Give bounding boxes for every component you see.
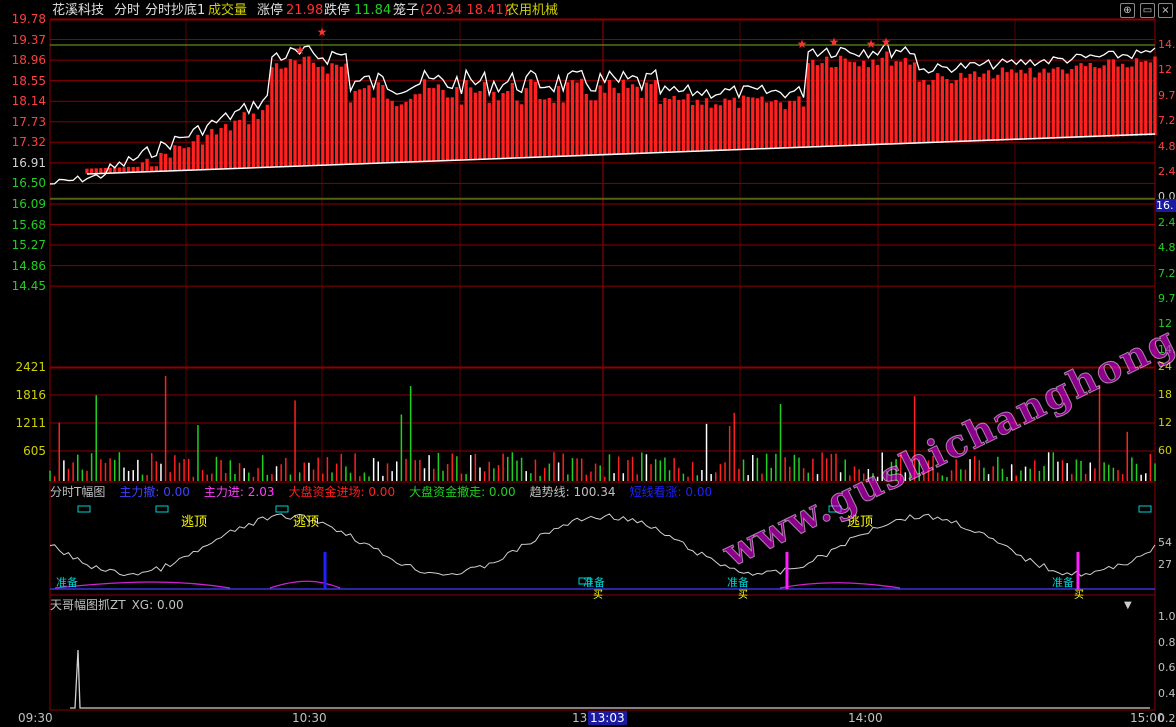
volume-label: 成交量 bbox=[208, 3, 248, 18]
price-tick-label: 18.14 bbox=[11, 94, 46, 109]
cyan-marker bbox=[77, 505, 91, 513]
pct-tick-label: 14. bbox=[1158, 38, 1176, 51]
chevron-down-icon[interactable]: ▼ bbox=[1124, 600, 1132, 611]
pct-tick-label: 4.8 bbox=[1158, 139, 1176, 153]
time-cursor-label: 13:03 bbox=[588, 711, 627, 725]
price-tick-label: 15.27 bbox=[11, 238, 46, 253]
indicator1-header: 分时T幅图 主力撤: 0.00 主力进: 2.03 大盘资金进场: 0.00 大盘资金撤… bbox=[50, 485, 724, 499]
buy-signal-label: 买 bbox=[593, 590, 603, 601]
indicator2-tick-label: 0.8 bbox=[1158, 635, 1176, 649]
volume-tick-label: 605 bbox=[23, 444, 46, 458]
volume-tick-label: 1211 bbox=[15, 416, 46, 430]
escape-top-label: 逃顶 bbox=[181, 515, 208, 530]
price-tick-label: 17.73 bbox=[11, 114, 46, 129]
price-tick-label: 19.78 bbox=[11, 12, 46, 26]
buy-signal-label: 买 bbox=[1074, 590, 1084, 601]
chart-canvas: ★ ★ ★ ★ ★ ★ bbox=[49, 18, 1157, 711]
price-tick-label: 17.32 bbox=[11, 135, 46, 150]
indicator1-item: 短线看涨: 0.00 bbox=[629, 485, 713, 499]
limit-up-label: 涨停 bbox=[257, 3, 284, 18]
restore-icon[interactable]: ⊕ bbox=[1120, 3, 1135, 18]
main-force-entry-line bbox=[54, 580, 901, 589]
indicator1-item: 趋势线: 100.34 bbox=[529, 485, 616, 499]
price-tick-label: 16.91 bbox=[11, 155, 46, 170]
volume-tick-label: 60 bbox=[1158, 444, 1172, 457]
pct-tick-label: 2.4 bbox=[1158, 215, 1176, 229]
time-tick-label: 15:00 bbox=[1130, 711, 1165, 725]
prepare-label: 准备 bbox=[56, 576, 78, 589]
cyan-marker bbox=[155, 505, 169, 513]
sector-label[interactable]: 农用机械 bbox=[506, 4, 558, 18]
pct-tick-label: 12 bbox=[1158, 63, 1172, 77]
limit-down-value: 11.84 bbox=[354, 3, 392, 18]
indicator2-tick-label: 0.6 bbox=[1158, 661, 1176, 674]
indicator2-header: 天哥幅图抓ZT XG: 0.00 bbox=[50, 598, 190, 612]
pct-tick-label: 7.2 bbox=[1158, 266, 1176, 280]
time-tick-label: 14:00 bbox=[848, 711, 883, 725]
star-icon: ★ bbox=[881, 35, 892, 49]
indicator2-tick-label: 1.0 bbox=[1158, 610, 1176, 623]
panel-frame bbox=[49, 594, 1156, 711]
xg-line bbox=[70, 649, 1150, 709]
price-tick-label: 18.96 bbox=[11, 53, 46, 68]
price-tick-label: 19.37 bbox=[11, 32, 46, 47]
limit-up-value: 21.98 bbox=[286, 3, 324, 18]
cyan-marker bbox=[275, 505, 289, 513]
price-tick-label: 16.50 bbox=[11, 176, 46, 191]
time-tick-label: 13 bbox=[572, 711, 588, 725]
star-icon: ★ bbox=[797, 37, 808, 51]
view-label[interactable]: 分时 bbox=[114, 4, 140, 18]
volume-tick-label: 18 bbox=[1158, 388, 1172, 401]
indicator-name[interactable]: 分时抄底1 bbox=[145, 4, 205, 18]
indicator1-title[interactable]: 分时T幅图 bbox=[50, 485, 105, 499]
pct-tick-label: 7.2 bbox=[1158, 114, 1176, 128]
price-tick-label: 16.09 bbox=[11, 196, 46, 211]
stock-name[interactable]: 花溪科技 bbox=[52, 4, 104, 18]
cyan-marker bbox=[1138, 505, 1152, 513]
indicator1-item: 大盘资金进场: 0.00 bbox=[288, 485, 396, 499]
trend-line bbox=[49, 513, 1156, 577]
price-tick-label: 18.55 bbox=[11, 73, 46, 88]
price-tick-label: 15.68 bbox=[11, 217, 46, 232]
star-icon: ★ bbox=[866, 37, 877, 51]
buy-signal-label: 买 bbox=[738, 590, 748, 601]
indicator1-tick-label: 27 bbox=[1158, 558, 1172, 571]
box-value: (20.34 18.41) bbox=[420, 3, 509, 18]
indicator2-title[interactable]: 天哥幅图抓ZT bbox=[50, 598, 126, 612]
price-tick-label: 14.86 bbox=[11, 258, 46, 273]
minimize-icon[interactable]: ▭ bbox=[1140, 3, 1155, 18]
limit-down-label: 跌停 bbox=[324, 3, 351, 18]
indicator1-item: 大盘资金撤走: 0.00 bbox=[409, 485, 516, 499]
price-tick-label: 14.45 bbox=[11, 279, 46, 294]
close-icon[interactable]: × bbox=[1158, 3, 1173, 18]
star-icon: ★ bbox=[829, 35, 840, 49]
time-tick-label: 09:30 bbox=[18, 711, 53, 725]
indicator2-value: XG: 0.00 bbox=[131, 598, 184, 612]
indicator1-item: 主力撤: 0.00 bbox=[119, 485, 190, 499]
current-price-tag: 16. bbox=[1156, 199, 1176, 212]
star-icon: ★ bbox=[295, 43, 306, 57]
pct-tick-label: 9.7 bbox=[1158, 292, 1176, 305]
prepare-label: 准备 bbox=[1052, 576, 1074, 589]
escape-top-label: 逃顶 bbox=[293, 515, 320, 530]
pct-tick-label: 9.7 bbox=[1158, 88, 1176, 102]
star-icon: ★ bbox=[317, 25, 328, 39]
volume-tick-label: 1816 bbox=[15, 388, 46, 402]
time-tick-label: 10:30 bbox=[292, 711, 327, 725]
indicator1-item: 主力进: 2.03 bbox=[203, 485, 275, 499]
volume-tick-label: 12 bbox=[1158, 416, 1172, 429]
header-bar: 花溪科技 分时 分时抄底1 成交量 涨停 21.98 跌停 11.84 笼子 (… bbox=[0, 0, 1176, 22]
indicator1-tick-label: 54 bbox=[1158, 536, 1172, 549]
volume-tick-label: 2421 bbox=[15, 360, 46, 374]
box-label: 笼子 bbox=[393, 3, 420, 18]
indicator2-tick-label: 0.4 bbox=[1158, 686, 1176, 700]
pct-tick-label: 2.4 bbox=[1158, 165, 1176, 178]
pct-tick-label: 4.8 bbox=[1158, 241, 1176, 255]
